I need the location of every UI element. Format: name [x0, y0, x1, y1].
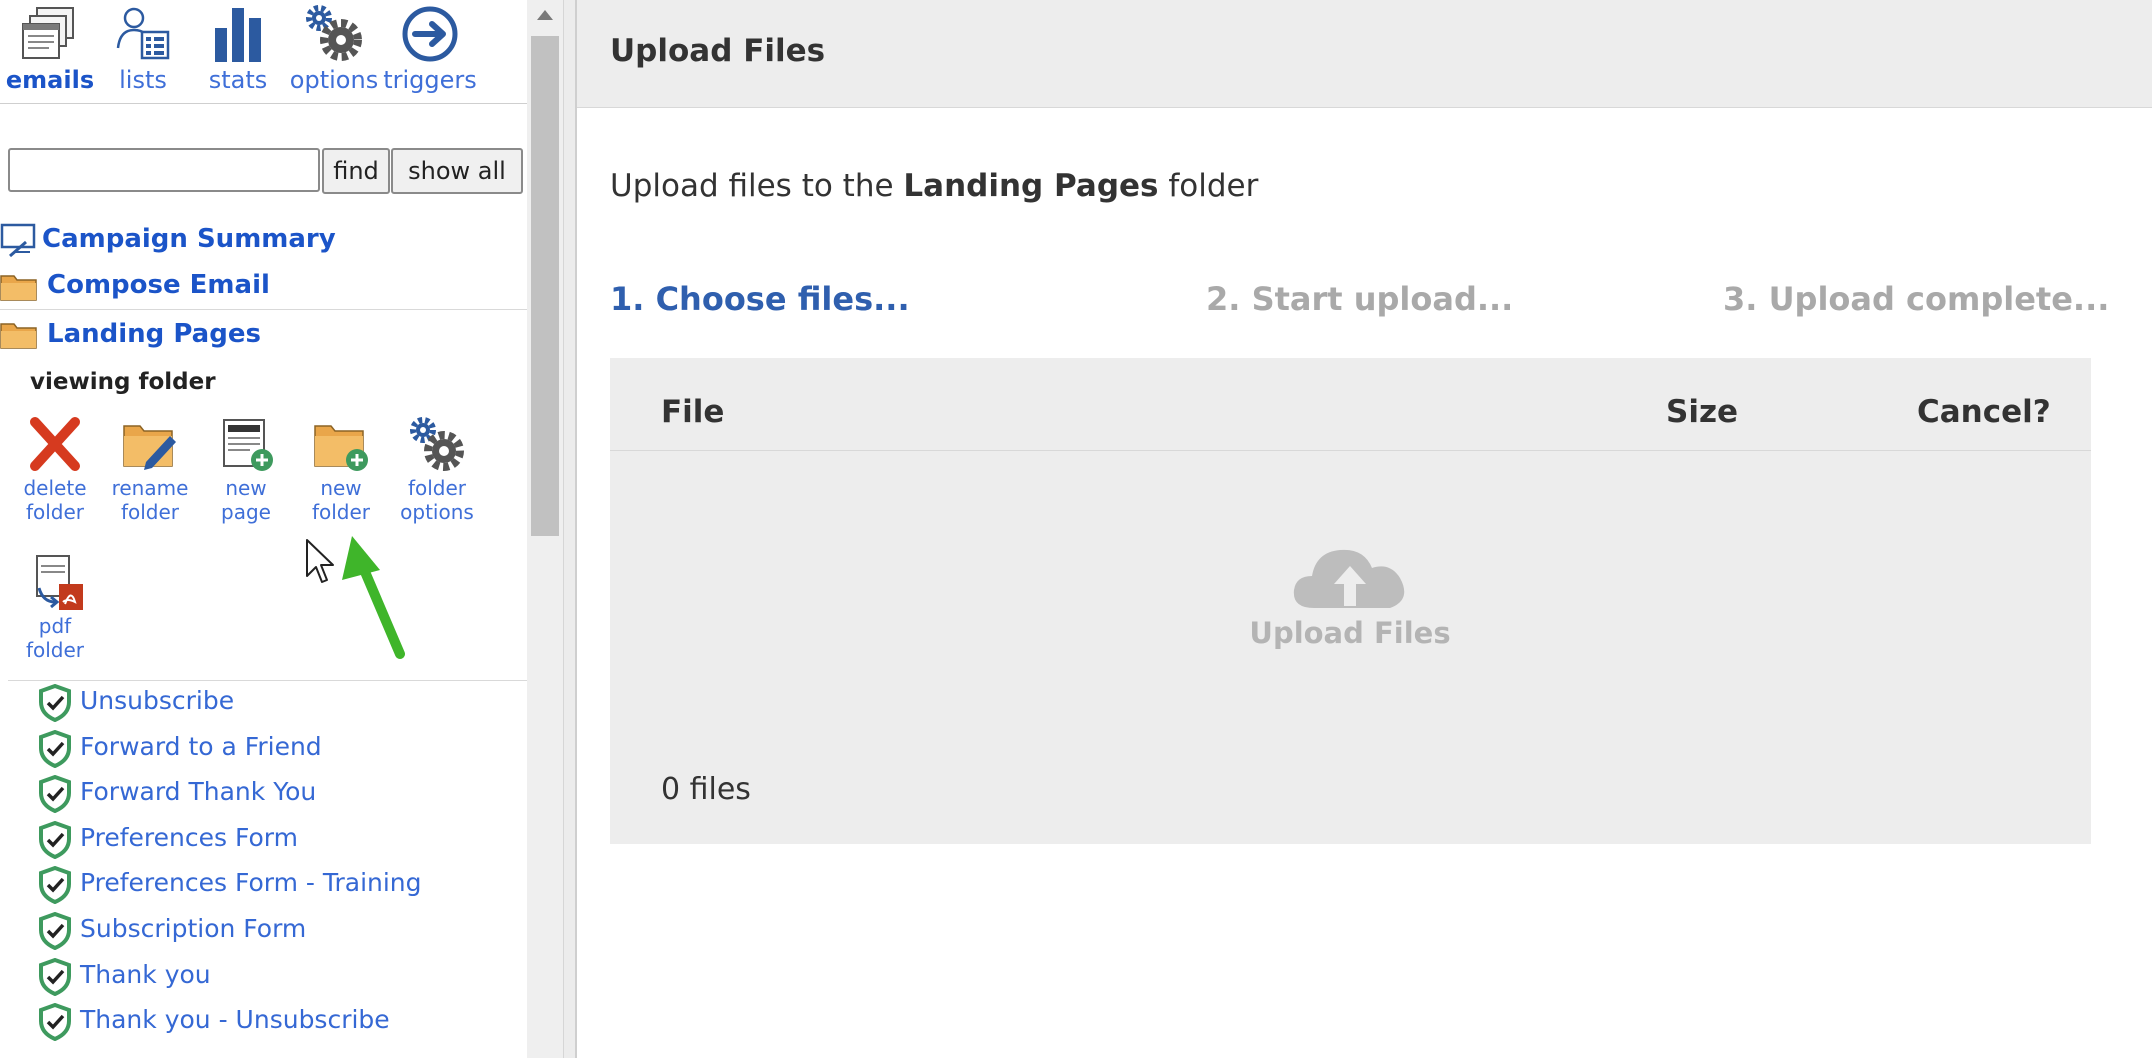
intro-prefix: Upload files to the [610, 168, 904, 204]
top-nav: emails lists stats options triggers [0, 0, 527, 104]
scroll-thumb[interactable] [531, 36, 559, 536]
tool-label: new folder [311, 476, 371, 524]
page-title: Upload Files [610, 33, 826, 69]
intro-suffix: folder [1158, 168, 1259, 204]
emails-icon [22, 7, 74, 59]
shield-check-icon [39, 957, 71, 996]
nav-options[interactable]: options [284, 4, 384, 94]
viewing-folder-label: viewing folder [30, 369, 216, 395]
nav-label: triggers [383, 66, 477, 94]
nav-lists[interactable]: lists [93, 4, 193, 94]
lists-icon [116, 7, 170, 60]
new-folder-button[interactable]: new folder [293, 416, 389, 524]
options-gear-icon [306, 5, 362, 61]
tool-label: pdf folder [25, 614, 85, 662]
new-folder-icon [314, 425, 368, 471]
cloud-upload-icon [1293, 549, 1405, 608]
folder-open-icon [0, 323, 37, 349]
tools-divider [8, 680, 527, 681]
pdf-folder-icon [36, 555, 83, 610]
step-choose-files: 1. Choose files... [610, 280, 910, 318]
step-upload-complete: 3. Upload complete... [1723, 280, 2110, 318]
page-label: Preferences Form - Training [80, 868, 422, 898]
page-label: Thank you - Unsubscribe [80, 1005, 390, 1035]
column-header-cancel: Cancel? [1917, 394, 2051, 430]
new-page-icon [223, 419, 273, 471]
show-all-button[interactable]: show all [391, 148, 523, 194]
main-panel: Upload Files Upload files to the Landing… [577, 0, 2152, 1058]
shield-check-icon [39, 866, 71, 905]
shield-check-icon [39, 1003, 71, 1042]
scroll-up-arrow-icon[interactable] [527, 0, 563, 32]
intro-folder-name: Landing Pages [903, 168, 1159, 204]
nav-label: emails [5, 66, 95, 94]
folder-options-icon [410, 417, 464, 471]
rename-folder-button[interactable]: rename folder [102, 416, 198, 524]
folder-icon [0, 275, 37, 301]
stats-icon [215, 8, 261, 62]
tool-label: rename folder [111, 476, 189, 524]
shield-check-icon [39, 729, 71, 768]
pdf-folder-button[interactable]: pdf folder [7, 554, 103, 662]
nav-stats[interactable]: stats [188, 4, 288, 94]
page-label: Thank you [80, 959, 211, 989]
page-label: Unsubscribe [80, 686, 235, 715]
upload-panel: File Size Cancel? Upload Files 0 files [610, 358, 2091, 844]
page-label: Forward to a Friend [80, 731, 322, 761]
new-page-button[interactable]: new page [198, 416, 294, 524]
sidebar-scrollbar[interactable] [527, 0, 563, 1058]
step-start-upload: 2. Start upload... [1206, 280, 1514, 318]
delete-folder-button[interactable]: delete folder [7, 416, 103, 524]
shield-check-icon [39, 684, 71, 722]
nav-label: options [289, 66, 379, 94]
upload-dropzone[interactable]: Upload Files [1230, 542, 1470, 650]
shield-check-icon [39, 820, 71, 859]
header-divider [610, 450, 2091, 451]
tree-campaign-summary[interactable]: Campaign Summary [42, 224, 336, 254]
folder-options-button[interactable]: folder options [389, 416, 485, 524]
campaign-summary-icon [0, 223, 36, 258]
tool-label: folder options [400, 476, 474, 524]
nav-triggers[interactable]: triggers [380, 4, 480, 94]
app-window: emails lists stats options triggers find… [0, 0, 2152, 1058]
nav-label: lists [119, 66, 167, 94]
search-input[interactable] [8, 148, 320, 192]
find-button[interactable]: find [322, 148, 390, 194]
tool-label: new page [221, 476, 271, 524]
sidebar: emails lists stats options triggers find… [0, 0, 527, 1058]
rename-folder-icon [123, 425, 176, 470]
nav-emails[interactable]: emails [0, 4, 100, 94]
panel-divider[interactable] [563, 0, 577, 1058]
tree-divider [0, 309, 527, 310]
column-header-file: File [661, 394, 725, 430]
triggers-arrow-icon [402, 6, 458, 62]
page-label: Subscription Form [80, 913, 307, 943]
page-label: Forward Thank You [80, 777, 317, 807]
upload-intro: Upload files to the Landing Pages folder [610, 168, 1258, 204]
tree-landing-pages[interactable]: Landing Pages [47, 319, 261, 349]
main-header: Upload Files [577, 0, 2152, 108]
file-count: 0 files [661, 772, 751, 807]
tool-label: delete folder [23, 476, 87, 524]
shield-check-icon [39, 775, 71, 814]
dropzone-label: Upload Files [1249, 616, 1451, 650]
column-header-size: Size [1666, 394, 1739, 430]
nav-label: stats [208, 66, 268, 94]
tree-compose-email[interactable]: Compose Email [47, 270, 270, 300]
shield-check-icon [39, 911, 71, 950]
page-label: Preferences Form [80, 822, 298, 852]
delete-x-icon [30, 417, 80, 471]
